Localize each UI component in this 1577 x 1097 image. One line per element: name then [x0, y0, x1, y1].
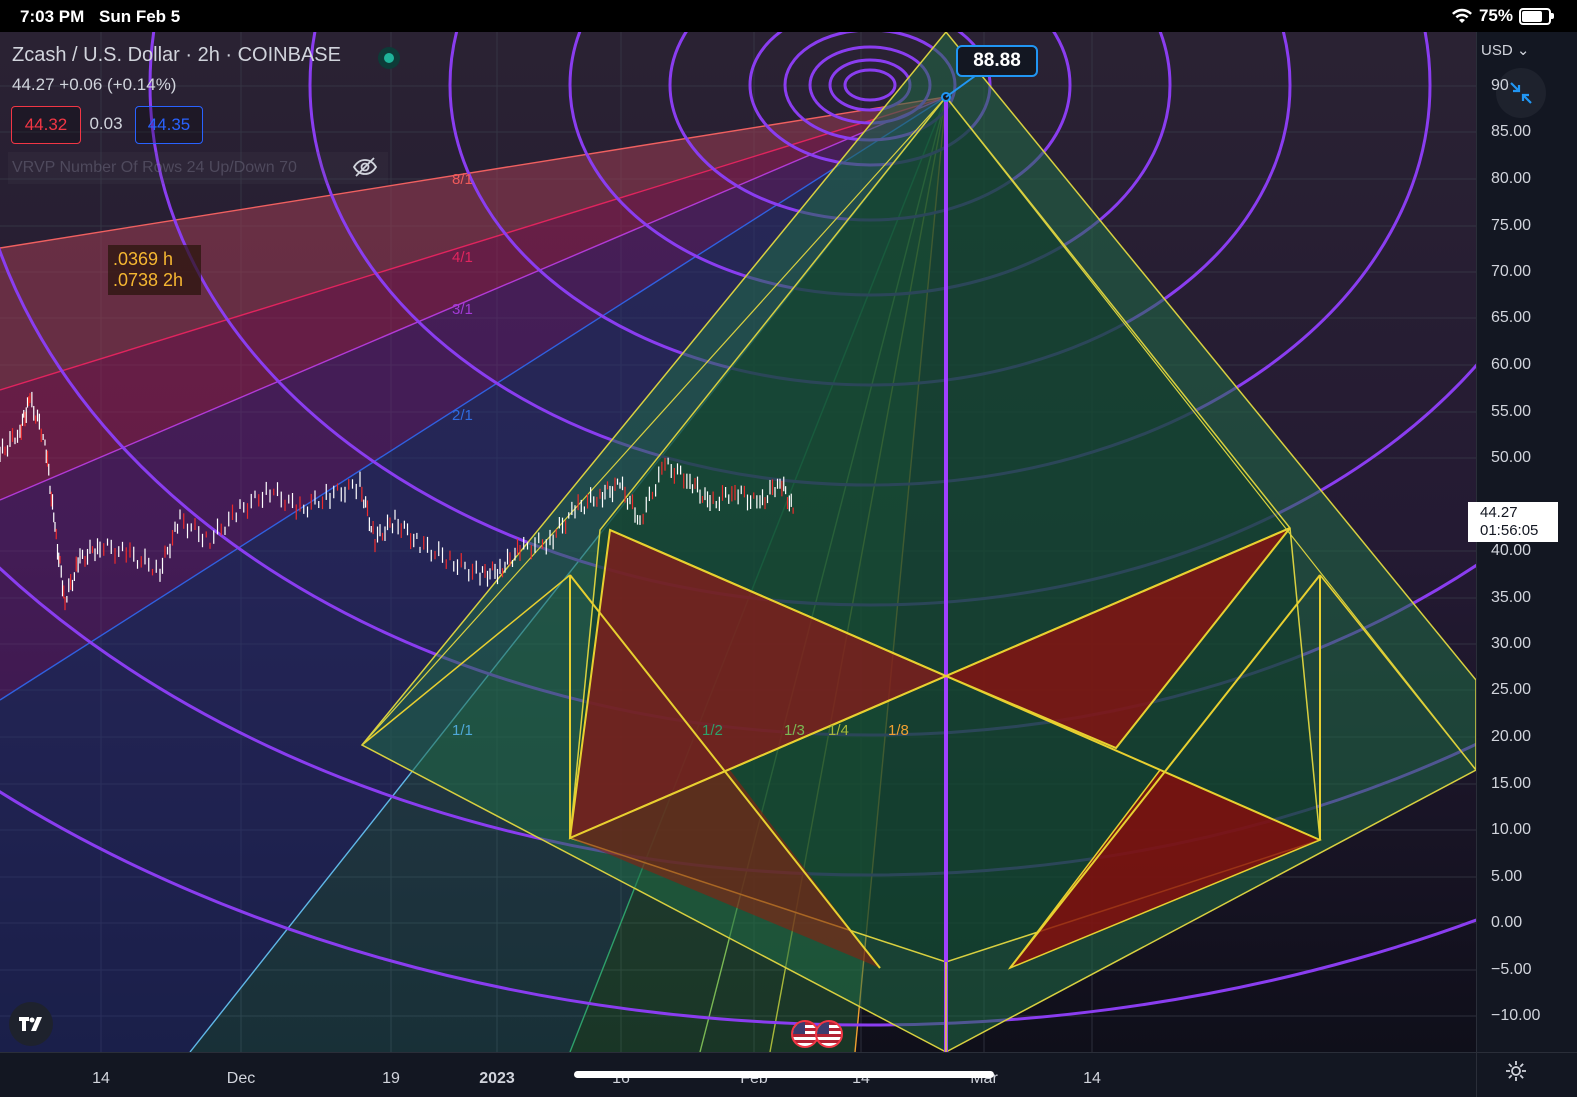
event-markers[interactable]	[791, 1020, 843, 1048]
indicator-legend[interactable]: VRVP Number Of Rows 24 Up/Down 70	[8, 152, 388, 184]
price-tick-label: 5.00	[1491, 868, 1523, 885]
price-tick-label: 85.00	[1491, 123, 1532, 140]
home-indicator[interactable]	[574, 1071, 994, 1078]
tradingview-logo-icon	[19, 1017, 42, 1031]
time-tick-label: 14	[1083, 1070, 1101, 1087]
fan-label-1-3: 1/3	[784, 722, 805, 739]
status-time: 7:03 PM	[20, 7, 85, 26]
fan-label-1-1: 1/1	[452, 722, 473, 739]
spread-value: 0.03	[89, 114, 123, 133]
price-tick-label: 50.00	[1491, 449, 1532, 466]
price-tick-label: 90	[1491, 77, 1509, 94]
wifi-icon	[1451, 8, 1472, 23]
currency-label: USD	[1481, 42, 1513, 59]
annotation-line-1: .0369 h	[113, 249, 174, 269]
price-tick-label: 20.00	[1491, 728, 1532, 745]
battery-icon	[1519, 7, 1554, 25]
price-change: +0.06 (+0.14%)	[59, 75, 177, 94]
fan-label-3-1: 3/1	[452, 301, 473, 318]
battery-percent: 75%	[1478, 6, 1513, 25]
text-annotation[interactable]: .0369 h .0738 2h	[108, 245, 201, 295]
status-right: 75%	[1451, 6, 1554, 26]
time-tick-label: 2023	[479, 1070, 515, 1087]
price-tick-label: 15.00	[1491, 775, 1532, 792]
chevron-down-icon: ⌄	[1516, 42, 1530, 59]
time-tick-label: 14	[92, 1070, 110, 1087]
buy-button[interactable]: 44.35	[135, 106, 203, 144]
last-price: 44.27	[12, 75, 55, 94]
currency-selector[interactable]: USD ⌄	[1481, 41, 1529, 59]
price-tick-label: 60.00	[1491, 356, 1532, 373]
time-tick-label: Dec	[226, 1070, 256, 1087]
price-tick-label: 70.00	[1491, 263, 1532, 280]
price-tick-label: 40.00	[1491, 542, 1532, 559]
fan-label-2-1: 2/1	[452, 407, 473, 424]
settings-gear-icon[interactable]	[1505, 1060, 1527, 1082]
fan-label-4-1: 4/1	[452, 249, 473, 266]
fan-label-8-1: 8/1	[452, 171, 473, 188]
chart-canvas[interactable]	[0, 32, 1476, 1052]
fan-label-1-2: 1/2	[702, 722, 723, 739]
price-tick-label: 55.00	[1491, 403, 1532, 420]
tradingview-logo[interactable]	[9, 1002, 53, 1046]
us-flag-icon[interactable]	[815, 1020, 843, 1048]
price-tick-label: −10.00	[1491, 1007, 1541, 1024]
annotation-line-2: .0738 2h	[113, 270, 184, 290]
price-tick-label: 0.00	[1491, 914, 1523, 931]
status-date: Sun Feb 5	[99, 7, 181, 26]
price-tick-label: −5.00	[1491, 961, 1532, 978]
price-tick-label: 25.00	[1491, 681, 1532, 698]
sell-button[interactable]: 44.32	[11, 106, 81, 144]
price-tick-label: 30.00	[1491, 635, 1532, 652]
price-tick-label: 35.00	[1491, 589, 1532, 606]
current-price-label: 44.27 01:56:05	[1468, 502, 1558, 542]
fan-label-1-4: 1/4	[828, 722, 849, 739]
fan-label-1-8: 1/8	[888, 722, 909, 739]
bar-countdown: 01:56:05	[1480, 522, 1539, 539]
market-status-dot[interactable]	[378, 47, 400, 69]
symbol-title[interactable]: Zcash / U.S. Dollar · 2h · COINBASE	[12, 44, 341, 67]
price-callout[interactable]: 88.88	[956, 45, 1038, 77]
price-tick-label: 80.00	[1491, 170, 1532, 187]
price-tick-label: 65.00	[1491, 309, 1532, 326]
status-bar: 7:03 PM Sun Feb 5 75%	[0, 0, 1577, 32]
time-tick-label: 19	[382, 1070, 400, 1087]
current-price: 44.27	[1480, 504, 1518, 521]
collapse-arrows-icon	[1510, 82, 1532, 104]
symbol-price-line: 44.27 +0.06 (+0.14%)	[12, 75, 176, 95]
price-tick-label: 75.00	[1491, 217, 1532, 234]
eye-off-icon[interactable]	[352, 156, 378, 178]
price-tick-label: 10.00	[1491, 821, 1532, 838]
